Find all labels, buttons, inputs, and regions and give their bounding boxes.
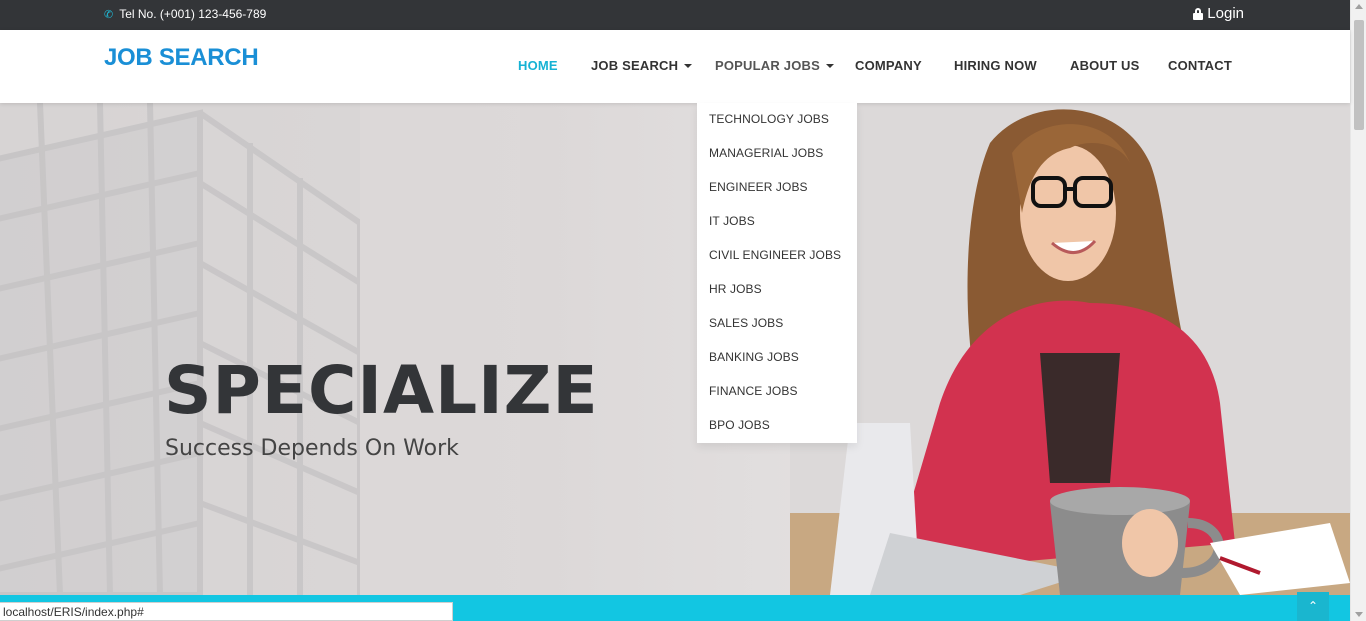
scroll-to-top-button[interactable]: ⌃: [1297, 592, 1329, 621]
nav-company[interactable]: COMPANY: [855, 58, 922, 73]
dropdown-item-bpo-jobs[interactable]: BPO JOBS: [697, 409, 857, 443]
dropdown-item-engineer-jobs[interactable]: ENGINEER JOBS: [697, 171, 857, 205]
nav-home-label[interactable]: HOME: [518, 58, 558, 73]
popular-jobs-dropdown: TECHNOLOGY JOBS MANAGERIAL JOBS ENGINEER…: [697, 103, 857, 443]
dropdown-item-finance-jobs[interactable]: FINANCE JOBS: [697, 375, 857, 409]
building-background-image: [0, 103, 520, 595]
dropdown-item-it-jobs[interactable]: IT JOBS: [697, 205, 857, 239]
phone-info: ✆ Tel No. (+001) 123-456-789: [104, 7, 266, 21]
chevron-up-icon: ⌃: [1307, 599, 1319, 613]
dropdown-item-hr-jobs[interactable]: HR JOBS: [697, 273, 857, 307]
hero-banner: SPECIALIZE Success Depends On Work: [0, 103, 1350, 595]
nav-job-search[interactable]: JOB SEARCH: [591, 58, 693, 73]
caret-down-icon: [825, 64, 834, 68]
browser-status-url: localhost/ERIS/index.php#: [0, 602, 453, 621]
phone-text: Tel No. (+001) 123-456-789: [119, 7, 267, 21]
dropdown-item-managerial-jobs[interactable]: MANAGERIAL JOBS: [697, 137, 857, 171]
dropdown-item-civil-engineer-jobs[interactable]: CIVIL ENGINEER JOBS: [697, 239, 857, 273]
nav-popular-jobs-label[interactable]: POPULAR JOBS: [715, 58, 820, 73]
login-link[interactable]: Login: [1193, 5, 1244, 22]
nav-job-search-label[interactable]: JOB SEARCH: [591, 58, 678, 73]
hero-title: SPECIALIZE: [164, 352, 599, 429]
nav-contact-label[interactable]: CONTACT: [1168, 58, 1232, 73]
scrollbar-thumb[interactable]: [1354, 20, 1364, 130]
caret-down-icon: [684, 64, 693, 68]
top-bar: ✆ Tel No. (+001) 123-456-789 Login: [0, 0, 1350, 30]
scroll-down-arrow-icon[interactable]: [1355, 612, 1363, 617]
nav-about-us[interactable]: ABOUT US: [1070, 58, 1140, 73]
brand-logo[interactable]: JOB SEARCH: [104, 44, 259, 72]
nav-contact[interactable]: CONTACT: [1168, 58, 1232, 73]
nav-popular-jobs[interactable]: POPULAR JOBS: [715, 58, 834, 73]
nav-about-us-label[interactable]: ABOUT US: [1070, 58, 1140, 73]
main-header: JOB SEARCH HOME JOB SEARCH POPULAR JOBS …: [0, 30, 1350, 103]
lock-icon: [1193, 7, 1204, 20]
page-scrollbar[interactable]: [1350, 0, 1366, 621]
nav-home[interactable]: HOME: [518, 58, 558, 73]
dropdown-item-technology-jobs[interactable]: TECHNOLOGY JOBS: [697, 103, 857, 137]
hero-subtitle: Success Depends On Work: [165, 436, 459, 461]
dropdown-item-banking-jobs[interactable]: BANKING JOBS: [697, 341, 857, 375]
nav-hiring-now-label[interactable]: HIRING NOW: [954, 58, 1037, 73]
nav-hiring-now[interactable]: HIRING NOW: [954, 58, 1037, 73]
dropdown-item-sales-jobs[interactable]: SALES JOBS: [697, 307, 857, 341]
login-label[interactable]: Login: [1207, 5, 1244, 22]
phone-icon: ✆: [104, 8, 114, 21]
nav-company-label[interactable]: COMPANY: [855, 58, 922, 73]
scroll-up-arrow-icon[interactable]: [1355, 4, 1363, 9]
woman-at-laptop-image: [790, 103, 1350, 595]
